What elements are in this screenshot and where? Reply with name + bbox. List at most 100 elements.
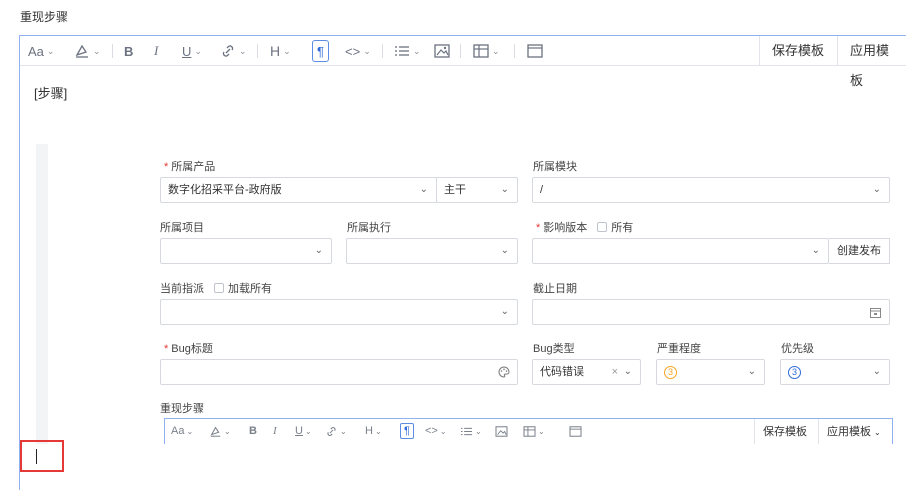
link-button[interactable]: ⌄: [325, 423, 347, 439]
load-all-label: 加载所有: [228, 283, 272, 295]
module-select[interactable]: / ⌄: [532, 177, 890, 203]
chevron-down-icon: ⌄: [186, 426, 194, 436]
chevron-down-icon: ⌄: [747, 366, 756, 377]
bug-title-label-text: Bug标题: [171, 343, 213, 355]
execution-select[interactable]: ⌄: [346, 238, 518, 264]
list-button[interactable]: ⌄: [460, 423, 482, 439]
paragraph-button[interactable]: ¶: [312, 40, 329, 62]
project-select[interactable]: ⌄: [160, 238, 332, 264]
assignee-select[interactable]: ⌄: [160, 299, 518, 325]
chevron-down-icon: ⌄: [304, 426, 312, 436]
required-marker: *: [164, 161, 169, 173]
chevron-down-icon: ⌄: [538, 426, 545, 436]
save-template-button[interactable]: 保存模板: [754, 419, 815, 444]
underline-button[interactable]: U ⌄: [182, 41, 202, 61]
chevron-down-icon: ⌄: [872, 184, 881, 195]
apply-template-button[interactable]: 应用模板 ⌄: [818, 419, 889, 444]
apply-template-button[interactable]: 应用模板: [837, 36, 906, 88]
all-builds-label: 所有: [611, 222, 634, 234]
underline-label: U: [295, 425, 303, 437]
editor-content[interactable]: [步骤]: [34, 83, 67, 102]
underline-button[interactable]: U ⌄: [295, 423, 312, 439]
chevron-down-icon: ⌄: [811, 245, 820, 256]
image-icon: [495, 425, 508, 437]
code-button[interactable]: <> ⌄: [345, 41, 371, 61]
italic-button[interactable]: I: [154, 41, 158, 61]
code-button[interactable]: <> ⌄: [425, 423, 447, 439]
bold-button[interactable]: B: [124, 41, 133, 61]
clear-icon[interactable]: ×: [612, 360, 618, 384]
nested-editor-toolbar: Aa ⌄ ⌄ B I U ⌄ ⌄ H ⌄ ¶ <> ⌄ ⌄ ⌄ 保存模板 应用模板 ⌄: [164, 418, 893, 444]
paint-bucket-icon: [75, 44, 88, 58]
image-button[interactable]: [434, 41, 450, 61]
save-template-button[interactable]: 保存模板: [759, 36, 836, 66]
deadline-input[interactable]: [532, 299, 890, 325]
chevron-down-icon: ⌄: [874, 428, 881, 437]
italic-button[interactable]: I: [273, 423, 277, 439]
chevron-down-icon: ⌄: [413, 45, 421, 56]
priority-select[interactable]: 3 ⌄: [780, 359, 890, 385]
chevron-down-icon: ⌄: [419, 184, 428, 195]
paint-bucket-icon: [210, 426, 221, 437]
bug-type-label: Bug类型: [533, 343, 575, 355]
table-button[interactable]: ⌄: [523, 423, 545, 439]
branch-value: 主干: [444, 184, 466, 196]
severity-select[interactable]: 3 ⌄: [656, 359, 765, 385]
project-label: 所属项目: [160, 222, 204, 234]
chevron-down-icon: ⌄: [500, 306, 509, 317]
window-icon: [527, 44, 543, 58]
image-icon: [434, 44, 450, 58]
build-label-text: 影响版本: [543, 222, 588, 234]
apply-template-label: 应用模板: [827, 426, 871, 438]
module-value: /: [540, 184, 544, 196]
steps-editor[interactable]: Aa ⌄ ⌄ B I U ⌄ ⌄ H ⌄ ¶ <> ⌄ ⌄ ⌄ 保存模板 应用模板 [步…: [19, 35, 906, 490]
steps-label: 重现步骤: [160, 403, 204, 415]
font-size-label: Aa: [171, 425, 185, 437]
fullscreen-button[interactable]: [527, 41, 543, 61]
product-value: 数字化招采平台-政府版: [168, 184, 282, 196]
toolbar-divider: [112, 44, 113, 58]
font-size-button[interactable]: Aa ⌄: [28, 41, 54, 61]
chevron-down-icon: ⌄: [475, 426, 482, 436]
fullscreen-button[interactable]: [569, 423, 582, 439]
chevron-down-icon: ⌄: [374, 426, 382, 436]
bug-type-select[interactable]: 代码错误 × ⌄: [532, 359, 641, 385]
table-button[interactable]: ⌄: [473, 41, 500, 61]
font-size-button[interactable]: Aa ⌄: [171, 423, 193, 439]
text-cursor: [36, 449, 37, 464]
heading-button[interactable]: H ⌄: [365, 423, 382, 439]
chevron-down-icon: ⌄: [46, 45, 55, 56]
execution-label: 所属执行: [347, 222, 391, 234]
underline-label: U: [182, 43, 192, 59]
link-button[interactable]: ⌄: [220, 41, 247, 61]
chevron-down-icon: ⌄: [623, 366, 632, 377]
image-button[interactable]: [495, 423, 508, 439]
module-label: 所属模块: [533, 161, 577, 173]
bug-title-input[interactable]: [160, 359, 518, 385]
load-all-checkbox[interactable]: [214, 283, 224, 293]
required-marker: *: [164, 343, 169, 355]
table-icon: [473, 44, 489, 58]
font-color-button[interactable]: ⌄: [74, 41, 101, 61]
code-label: <>: [425, 425, 438, 437]
severity-label: 严重程度: [657, 343, 701, 355]
required-marker: *: [536, 222, 541, 234]
chevron-down-icon: ⌄: [93, 45, 101, 56]
build-select[interactable]: ⌄: [532, 238, 829, 264]
link-icon: [222, 45, 234, 57]
list-button[interactable]: ⌄: [394, 41, 421, 61]
toolbar-divider: [382, 44, 383, 58]
bold-button[interactable]: B: [249, 423, 257, 439]
heading-button[interactable]: H ⌄: [270, 41, 291, 61]
product-select[interactable]: 数字化招采平台-政府版 ⌄: [160, 177, 437, 203]
chevron-down-icon: ⌄: [492, 45, 500, 56]
bug-title-label: * Bug标题: [164, 340, 213, 356]
paragraph-button[interactable]: ¶: [400, 423, 414, 439]
list-icon: [461, 427, 472, 435]
branch-select[interactable]: 主干 ⌄: [436, 177, 518, 203]
create-release-button[interactable]: 创建发布: [829, 238, 890, 264]
font-color-button[interactable]: ⌄: [209, 423, 231, 439]
all-builds-checkbox[interactable]: [597, 222, 608, 232]
heading-label: H: [365, 425, 373, 437]
deadline-label: 截止日期: [533, 283, 577, 295]
